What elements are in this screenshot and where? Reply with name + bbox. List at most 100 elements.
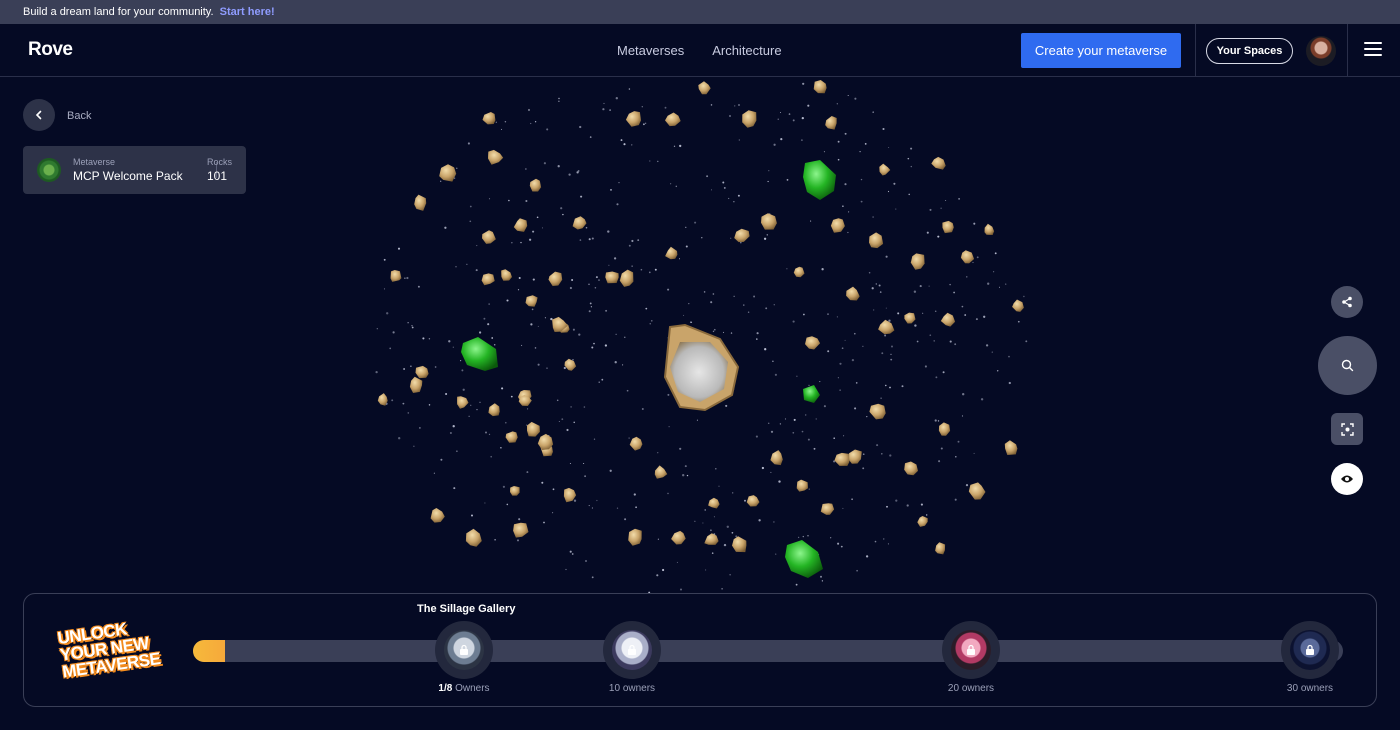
rock[interactable] — [430, 508, 445, 523]
rock[interactable] — [878, 319, 895, 335]
back-label[interactable]: Back — [67, 110, 91, 122]
rock[interactable] — [482, 112, 496, 125]
focus-button[interactable] — [1331, 413, 1363, 445]
rock[interactable] — [628, 528, 642, 546]
rock[interactable] — [935, 542, 946, 555]
rock[interactable] — [820, 503, 835, 515]
rock[interactable] — [414, 194, 427, 211]
rock[interactable] — [527, 421, 540, 437]
rock[interactable] — [761, 213, 777, 230]
rock[interactable] — [698, 81, 711, 95]
rock[interactable] — [1004, 440, 1018, 455]
rock[interactable] — [931, 156, 946, 170]
rock[interactable] — [704, 533, 719, 545]
rock[interactable] — [457, 396, 469, 409]
rock[interactable] — [830, 218, 845, 233]
rock[interactable] — [942, 220, 954, 234]
rock[interactable] — [968, 482, 986, 500]
star — [864, 143, 867, 145]
gem-rock[interactable] — [461, 337, 498, 371]
rock[interactable] — [917, 516, 928, 527]
share-button[interactable] — [1331, 286, 1363, 318]
rock[interactable] — [605, 271, 619, 284]
metaverse-scene[interactable] — [340, 77, 1060, 593]
rock[interactable] — [813, 80, 827, 94]
rock[interactable] — [796, 479, 808, 492]
rock[interactable] — [847, 449, 862, 464]
rock[interactable] — [465, 528, 482, 547]
rock[interactable] — [564, 358, 577, 371]
rock[interactable] — [377, 393, 388, 406]
gem-rock[interactable] — [803, 160, 836, 200]
rock[interactable] — [732, 536, 747, 553]
rock[interactable] — [488, 403, 500, 417]
rock[interactable] — [572, 216, 587, 230]
rock[interactable] — [505, 431, 518, 443]
nav-metaverses[interactable]: Metaverses — [617, 43, 684, 58]
search-button[interactable] — [1318, 336, 1377, 395]
rock[interactable] — [879, 163, 891, 176]
rock[interactable] — [910, 253, 925, 270]
rock[interactable] — [834, 452, 850, 466]
rock[interactable] — [825, 116, 837, 130]
rock[interactable] — [625, 111, 641, 127]
milestone-4[interactable] — [1281, 621, 1339, 679]
rock[interactable] — [629, 436, 643, 451]
rock[interactable] — [529, 178, 542, 192]
rock[interactable] — [742, 110, 757, 128]
avatar[interactable] — [1306, 36, 1336, 66]
milestone-2[interactable] — [603, 621, 661, 679]
rock[interactable] — [548, 271, 563, 286]
rock[interactable] — [390, 270, 402, 282]
nav-architecture[interactable]: Architecture — [712, 43, 781, 58]
rock[interactable] — [619, 269, 634, 287]
rock[interactable] — [654, 465, 668, 479]
rock[interactable] — [846, 286, 860, 301]
star — [854, 332, 856, 335]
milestone-1[interactable] — [435, 621, 493, 679]
rock[interactable] — [439, 164, 457, 182]
rock[interactable] — [671, 530, 686, 545]
rock[interactable] — [734, 228, 750, 243]
rock[interactable] — [708, 497, 720, 509]
hamburger-menu-icon[interactable] — [1364, 42, 1382, 58]
rock[interactable] — [904, 312, 916, 324]
rock[interactable] — [869, 403, 886, 420]
rock[interactable] — [805, 336, 821, 350]
central-rock[interactable] — [663, 323, 740, 412]
rock[interactable] — [665, 246, 678, 260]
star — [398, 437, 401, 440]
your-spaces-button[interactable]: Your Spaces — [1206, 38, 1293, 64]
rock[interactable] — [960, 250, 975, 264]
gem-rock[interactable] — [803, 385, 820, 403]
start-here-link[interactable]: Start here! — [220, 6, 275, 18]
visibility-toggle[interactable] — [1331, 463, 1363, 495]
rove-logo[interactable]: Rove — [28, 39, 73, 61]
rock[interactable] — [665, 112, 681, 127]
rock[interactable] — [869, 232, 884, 249]
rock[interactable] — [481, 273, 495, 286]
rock[interactable] — [513, 218, 528, 232]
rock[interactable] — [513, 522, 529, 538]
metaverse-thumbnail — [37, 158, 61, 182]
milestone-3[interactable] — [942, 621, 1000, 679]
rock[interactable] — [415, 365, 429, 379]
rock[interactable] — [525, 295, 538, 307]
gem-rock[interactable] — [785, 540, 823, 578]
star — [558, 100, 560, 102]
rock[interactable] — [501, 269, 512, 281]
rock[interactable] — [940, 312, 956, 327]
rock[interactable] — [793, 266, 805, 278]
rock[interactable] — [409, 376, 423, 393]
rock[interactable] — [488, 149, 504, 165]
rock[interactable] — [482, 230, 496, 244]
rock[interactable] — [770, 450, 783, 466]
rock[interactable] — [904, 461, 918, 476]
rock[interactable] — [1012, 299, 1024, 312]
rock[interactable] — [938, 422, 951, 436]
rock[interactable] — [510, 486, 520, 496]
rock[interactable] — [984, 223, 995, 235]
back-button[interactable] — [23, 99, 55, 131]
rock[interactable] — [746, 495, 760, 507]
create-metaverse-button[interactable]: Create your metaverse — [1021, 33, 1181, 68]
